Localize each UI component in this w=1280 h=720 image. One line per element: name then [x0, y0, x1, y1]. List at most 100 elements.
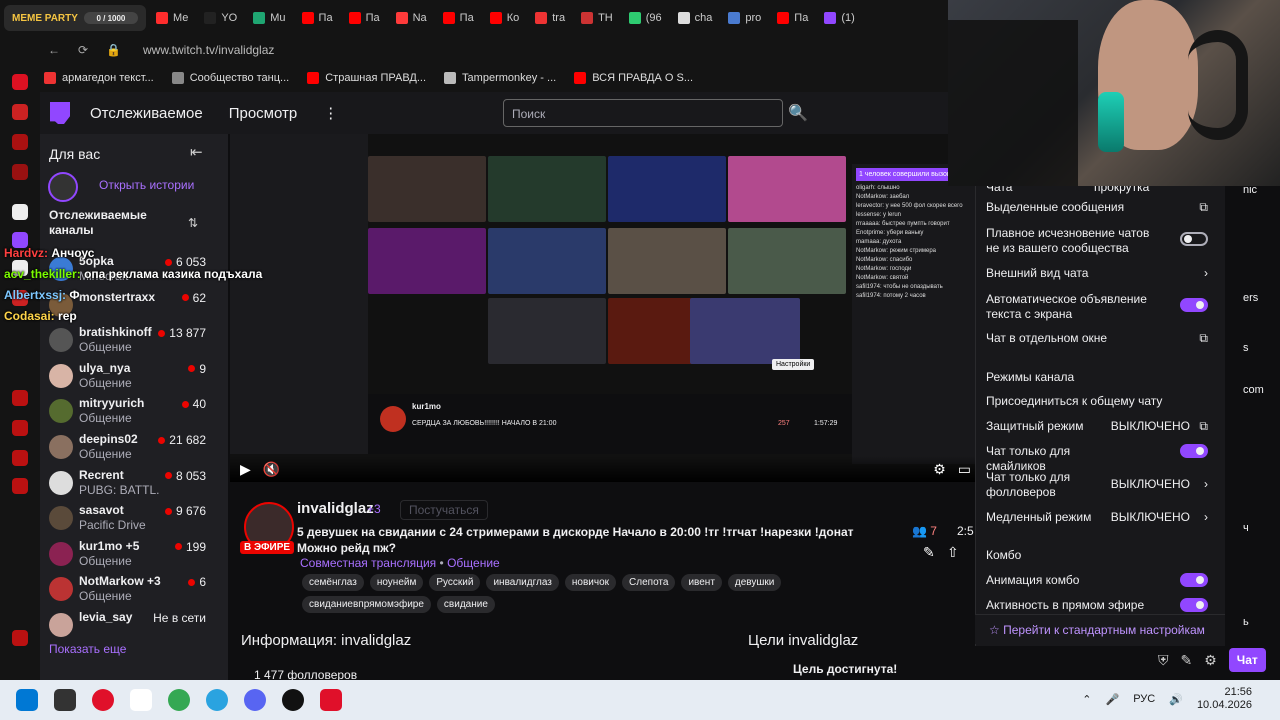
workspace-icon[interactable]: [12, 104, 28, 120]
streamer-name[interactable]: invalidglaz: [297, 500, 374, 517]
stories-avatar[interactable]: [48, 172, 78, 202]
aria-icon[interactable]: [12, 204, 28, 220]
toggle-switch[interactable]: [1180, 573, 1208, 587]
nav-following[interactable]: Отслеживаемое: [90, 105, 203, 122]
sidebar-channel[interactable]: Recrent PUBG: BATTL... 8 053: [40, 466, 228, 502]
collab-link[interactable]: Совместная трансляция: [300, 556, 436, 570]
yandex-browser-icon[interactable]: [130, 689, 152, 711]
bookmark-item[interactable]: Tampermonkey - ...: [444, 72, 556, 84]
video-player[interactable]: Настройки 1 человек совершили вызов olig…: [230, 134, 975, 482]
sidebar-channel[interactable]: levia_say Не в сети: [40, 608, 228, 644]
sidebar-channel[interactable]: kur1mo +5 Общение 199: [40, 537, 228, 573]
speaker-icon[interactable]: 🔊: [1169, 693, 1183, 706]
knock-button[interactable]: Постучаться: [400, 500, 488, 520]
mail-icon[interactable]: [12, 164, 28, 180]
bookmark-item[interactable]: ВСЯ ПРАВДА О S...: [574, 72, 693, 84]
chrome-icon[interactable]: [168, 689, 190, 711]
external-link-icon[interactable]: ⧉: [1199, 331, 1208, 346]
settings-row[interactable]: Внешний вид чата ›: [986, 266, 1208, 281]
game-icon[interactable]: [12, 134, 28, 150]
sidebar-channel[interactable]: sasavot Pacific Drive 9 676: [40, 501, 228, 537]
mode-row[interactable]: Чат только для фолловеров ВЫКЛЮЧЕНО ›: [986, 470, 1208, 500]
stream-tag[interactable]: девушки: [727, 574, 782, 591]
opera-icon[interactable]: [92, 689, 114, 711]
stream-tag[interactable]: Русский: [429, 574, 481, 591]
reload-icon[interactable]: ⟳: [78, 43, 88, 57]
gear-icon[interactable]: ⚙: [933, 461, 946, 478]
settings-row[interactable]: Плавное исчезновение чатов не из вашего …: [986, 226, 1208, 256]
browser-tab[interactable]: cha: [674, 12, 717, 24]
shield-icon[interactable]: ⛨: [1158, 652, 1169, 669]
mode-row[interactable]: Медленный режим ВЫКЛЮЧЕНО ›: [986, 510, 1208, 525]
wand-icon[interactable]: ✎: [1181, 652, 1193, 669]
sidebar-channel[interactable]: deepins02 Общение 21 682: [40, 430, 228, 466]
browser-tab[interactable]: TH: [577, 12, 617, 24]
combo-row[interactable]: Активность в прямом эфире: [986, 598, 1208, 613]
history-icon[interactable]: [12, 390, 28, 406]
mic-tray-icon[interactable]: 🎤: [1106, 693, 1120, 706]
browser-tab[interactable]: Ме: [152, 12, 192, 24]
discord-icon[interactable]: [244, 689, 266, 711]
bookmark-item[interactable]: Страшная ПРАВД...: [307, 72, 426, 84]
settings-row[interactable]: Выделенные сообщения ⧉: [986, 200, 1208, 215]
stream-tag[interactable]: свиданиевпрямомэфире: [302, 596, 431, 613]
tray-chevron-icon[interactable]: ⌃: [1082, 693, 1091, 706]
settings-row[interactable]: Автоматическое объявление текста с экран…: [986, 292, 1208, 322]
extensions-icon[interactable]: [12, 450, 28, 466]
sidebar-channel[interactable]: NotMarkow +3 Общение 6: [40, 572, 228, 608]
browser-tab[interactable]: Па: [439, 12, 478, 24]
pencil-icon[interactable]: ✎: [923, 544, 935, 561]
heart-icon[interactable]: [12, 420, 28, 436]
browser-tab[interactable]: (96: [625, 12, 666, 24]
category-link[interactable]: Общение: [447, 556, 500, 570]
collapse-icon[interactable]: ⇤: [190, 143, 203, 161]
url-field[interactable]: www.twitch.tv/invalidglaz: [143, 43, 274, 57]
browser-tab[interactable]: Mu: [249, 12, 289, 24]
collab-count[interactable]: +3: [367, 502, 381, 516]
share-icon[interactable]: ⇧: [947, 544, 959, 561]
more-icon[interactable]: ⋮: [323, 104, 338, 122]
chat-settings-icon[interactable]: ⚙: [1204, 652, 1217, 669]
sidebar-channel[interactable]: mitryyurich Общение 40: [40, 394, 228, 430]
gx-icon[interactable]: [12, 630, 28, 646]
open-stories-link[interactable]: Открыть истории: [99, 178, 194, 192]
mode-row[interactable]: Защитный режим ВЫКЛЮЧЕНО ⧉: [986, 419, 1208, 434]
mute-icon[interactable]: 🔇: [263, 461, 280, 478]
play-icon[interactable]: ▶: [240, 461, 251, 478]
tiktok-icon[interactable]: [320, 689, 342, 711]
stream-tag[interactable]: Слепота: [622, 574, 676, 591]
bookmark-item[interactable]: Сообщество танц...: [171, 72, 289, 84]
browser-tab[interactable]: pro: [724, 12, 765, 24]
stream-tag[interactable]: свидание: [436, 596, 495, 613]
external-link-icon[interactable]: ⧉: [1199, 200, 1208, 215]
standard-settings-link[interactable]: ☆ Перейти к стандартным настройкам: [975, 614, 1225, 644]
show-more-link[interactable]: Показать еще: [49, 642, 126, 656]
chevron-right-icon[interactable]: ›: [1204, 477, 1208, 492]
toggle-switch[interactable]: [1180, 598, 1208, 612]
combo-row[interactable]: Анимация комбо: [986, 573, 1208, 588]
browser-tab[interactable]: Ко: [486, 12, 524, 24]
browser-tab[interactable]: YO: [200, 12, 241, 24]
clock[interactable]: 21:56 10.04.2026: [1197, 686, 1252, 712]
sidebar-channel[interactable]: ulya_nya Общение 9: [40, 359, 228, 395]
toggle-switch[interactable]: [1180, 444, 1208, 458]
chat-button[interactable]: Чат: [1228, 648, 1266, 672]
theatre-icon[interactable]: ▭: [958, 461, 971, 478]
join-shared-chat[interactable]: Присоединиться к общему чату: [986, 394, 1208, 409]
search-icon[interactable]: 🔍: [785, 99, 811, 127]
toggle-switch[interactable]: [1180, 232, 1208, 246]
twitch-logo-icon[interactable]: [50, 102, 70, 124]
settings-icon[interactable]: [12, 478, 28, 494]
toggle-switch[interactable]: [1180, 298, 1208, 312]
back-icon[interactable]: ←: [48, 43, 60, 57]
external-link-icon[interactable]: ⧉: [1199, 419, 1208, 434]
stream-tag[interactable]: новичок: [564, 574, 617, 591]
stream-tag[interactable]: ноунейм: [369, 574, 424, 591]
chevron-right-icon[interactable]: ›: [1204, 266, 1208, 281]
stream-tag[interactable]: ивент: [681, 574, 722, 591]
sidebar-channel[interactable]: bratishkinoff Общение 13 877: [40, 323, 228, 359]
stream-tag[interactable]: семёнглаз: [302, 574, 364, 591]
nav-browse[interactable]: Просмотр: [229, 105, 298, 122]
browser-tab[interactable]: Па: [773, 12, 812, 24]
browser-tab[interactable]: Па: [298, 12, 337, 24]
